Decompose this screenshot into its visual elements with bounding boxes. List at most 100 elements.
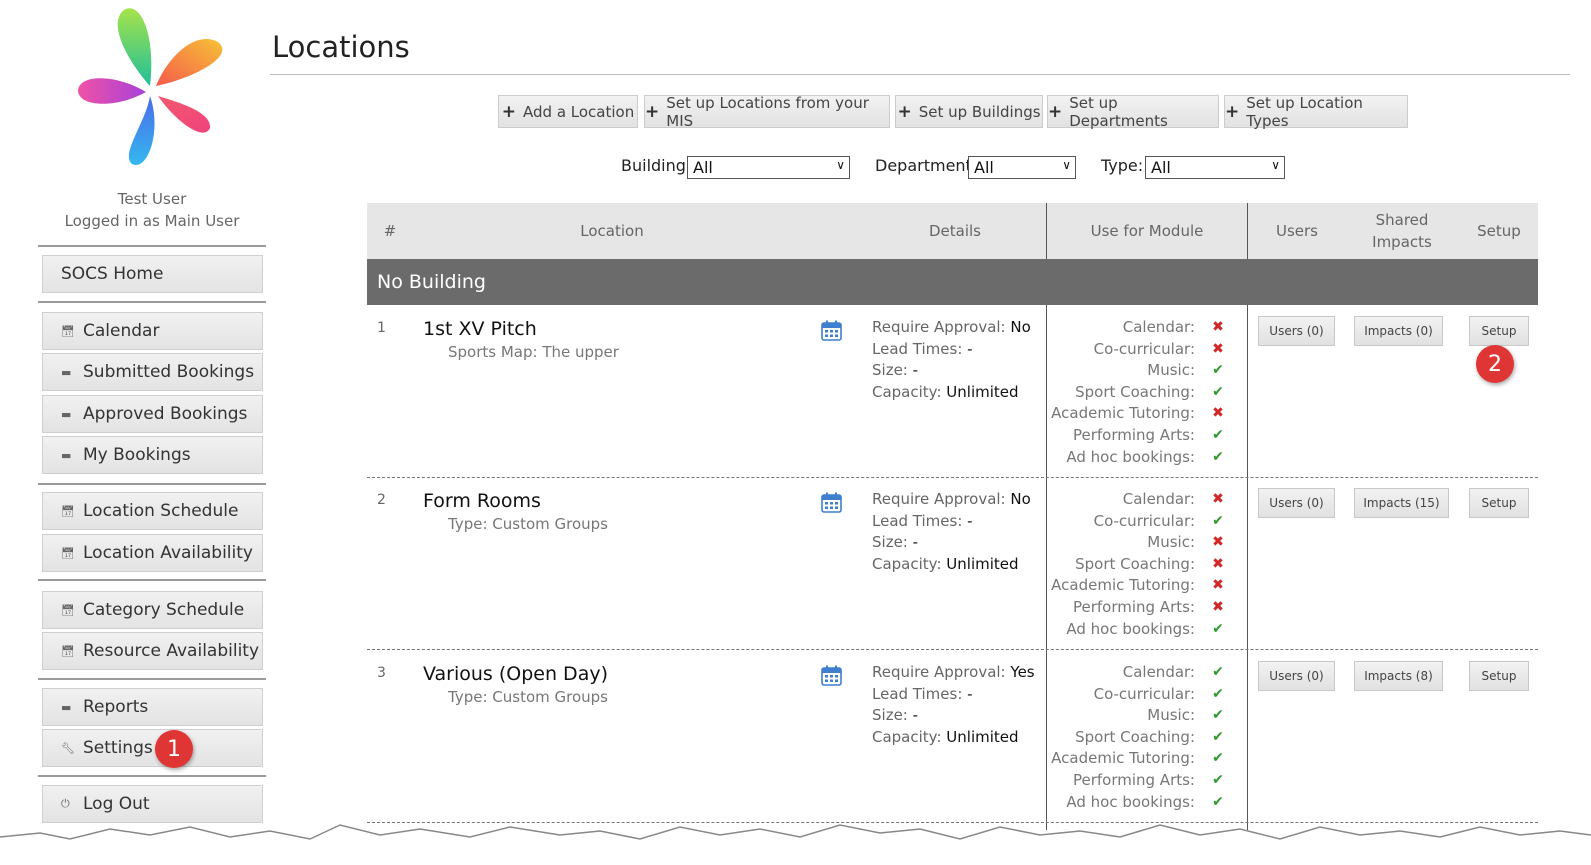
module-label: Sport Coaching:: [1075, 727, 1195, 746]
folder-icon: ▬: [61, 448, 72, 462]
plus-icon: +: [1225, 101, 1240, 122]
detail-label: Size:: [872, 533, 908, 552]
setup-button[interactable]: Setup: [1469, 661, 1529, 691]
module-label: Calendar:: [1122, 490, 1195, 508]
detail-label: Size:: [872, 706, 908, 725]
detail-value: Yes: [1010, 663, 1035, 681]
folder-icon: ▬: [61, 700, 72, 714]
sidebar-item-category-schedule[interactable]: 📅︎ Category Schedule: [42, 591, 263, 629]
module-label: Academic Tutoring:: [1051, 404, 1195, 423]
users-button[interactable]: Users (0): [1258, 661, 1335, 691]
row-number: 3: [377, 665, 386, 681]
check-icon: ✔: [1212, 707, 1224, 724]
check-icon: ✔: [1212, 620, 1224, 637]
module-label: Performing Arts:: [1072, 425, 1195, 444]
sidebar-item-reports[interactable]: ▬ Reports: [42, 688, 263, 726]
calendar-icon: 📅︎: [61, 644, 75, 658]
annotation-badge-2: 2: [1476, 345, 1514, 383]
sidebar-item-location-schedule[interactable]: 📅︎ Location Schedule: [42, 492, 263, 530]
users-button[interactable]: Users (0): [1258, 488, 1335, 518]
sidebar-item-calendar[interactable]: 📅︎ Calendar: [42, 312, 263, 350]
header-users: Users: [1275, 222, 1318, 240]
setup-departments-button[interactable]: + Set up Departments: [1047, 93, 1219, 130]
sidebar-item-approved-bookings[interactable]: ▬ Approved Bookings: [42, 395, 263, 433]
sidebar-item-resource-availability[interactable]: 📅︎ Resource Availability: [42, 632, 263, 670]
users-button[interactable]: Users (0): [1258, 316, 1335, 346]
calendar-icon[interactable]: [821, 320, 842, 341]
detail-value: Unlimited: [946, 727, 1019, 746]
torn-edge-decoration: [0, 824, 1591, 865]
annotation-badge-1: 1: [155, 730, 193, 768]
sidebar-item-socs-home[interactable]: SOCS Home: [42, 255, 263, 293]
calendar-icon[interactable]: [821, 492, 842, 513]
sidebar-item-label: Resource Availability: [83, 641, 260, 661]
button-label: Set up Departments: [1069, 93, 1168, 130]
detail-value: -: [912, 706, 919, 725]
sidebar-item-location-availability[interactable]: 📅︎ Location Availability: [42, 534, 263, 572]
location-name[interactable]: Form Rooms: [423, 490, 541, 512]
row-divider: [367, 477, 1538, 478]
sidebar-item-settings[interactable]: 🔧︎ Settings: [42, 729, 263, 767]
module-labels: Calendar: Co-curricular: Music: Sport Co…: [1050, 317, 1195, 468]
check-icon: ✔: [1212, 664, 1224, 680]
location-name[interactable]: 1st XV Pitch: [423, 318, 537, 340]
detail-value: Unlimited: [946, 382, 1019, 401]
type-filter-label: Type:: [1101, 156, 1144, 175]
power-icon: ⏻: [61, 797, 70, 810]
sidebar-divider: [38, 483, 266, 485]
module-label: Ad hoc bookings:: [1066, 447, 1195, 466]
add-location-button[interactable]: + Add a Location: [498, 95, 638, 128]
header-num: #: [383, 222, 397, 240]
type-select[interactable]: All ∨: [1145, 156, 1285, 179]
cross-icon: ✖: [1212, 491, 1224, 507]
setup-location-types-button[interactable]: + Set up Location Types: [1224, 93, 1408, 130]
detail-value: -: [967, 511, 973, 530]
select-value: All: [974, 158, 994, 177]
building-select[interactable]: All ∨: [687, 156, 850, 179]
chevron-down-icon: ∨: [1271, 158, 1280, 172]
detail-label: Lead Times:: [872, 511, 963, 530]
cross-icon: ✖: [1212, 534, 1224, 551]
sidebar-divider: [38, 678, 266, 680]
chevron-down-icon: ∨: [836, 158, 845, 172]
location-details: Require Approval: Yes Lead Times: - Size…: [872, 662, 1035, 748]
sidebar-item-label: Settings: [83, 738, 153, 758]
impacts-button[interactable]: Impacts (8): [1354, 661, 1443, 691]
check-icon: ✔: [1212, 383, 1224, 400]
sidebar-divider: [38, 579, 266, 581]
impacts-button[interactable]: Impacts (15): [1354, 488, 1449, 518]
module-label: Music:: [1147, 361, 1195, 380]
folder-icon: ▬: [61, 365, 72, 379]
button-label: Set up Location Types: [1246, 93, 1363, 130]
check-icon: ✔: [1212, 685, 1224, 702]
setup-button[interactable]: Setup: [1469, 316, 1529, 346]
detail-label: Size:: [872, 361, 908, 380]
cross-icon: ✖: [1212, 405, 1224, 422]
setup-button[interactable]: Setup: [1469, 488, 1529, 518]
table-header: # Location Details Use for Module Users …: [367, 203, 1538, 259]
sidebar-item-label: Calendar: [83, 321, 160, 341]
department-select[interactable]: All ∨: [968, 156, 1076, 179]
detail-label: Require Approval:: [872, 490, 1006, 508]
location-name[interactable]: Various (Open Day): [423, 663, 608, 685]
title-divider: [270, 74, 1570, 75]
impacts-button[interactable]: Impacts (0): [1354, 316, 1443, 346]
detail-value: -: [967, 339, 973, 358]
select-value: All: [693, 158, 713, 177]
select-value: All: [1151, 158, 1171, 177]
setup-locations-from-mis-button[interactable]: + Set up Locations from your MIS: [644, 94, 890, 130]
setup-buildings-button[interactable]: + Set up Buildings: [895, 95, 1043, 128]
plus-icon: +: [501, 101, 517, 122]
module-label: Music:: [1147, 706, 1195, 725]
sidebar-item-my-bookings[interactable]: ▬ My Bookings: [42, 436, 263, 474]
location-subtitle: Type: Custom Groups: [448, 688, 608, 706]
module-label: Co-curricular:: [1093, 684, 1195, 703]
module-labels: Calendar: Co-curricular: Music: Sport Co…: [1050, 662, 1195, 813]
module-label: Ad hoc bookings:: [1066, 792, 1195, 811]
calendar-icon[interactable]: [821, 665, 842, 686]
detail-value: No: [1010, 318, 1031, 336]
sidebar-item-submitted-bookings[interactable]: ▬ Submitted Bookings: [42, 353, 263, 391]
check-icon: ✔: [1212, 512, 1224, 529]
column-divider: [1247, 305, 1248, 830]
location-details: Require Approval: No Lead Times: - Size:…: [872, 489, 1031, 575]
